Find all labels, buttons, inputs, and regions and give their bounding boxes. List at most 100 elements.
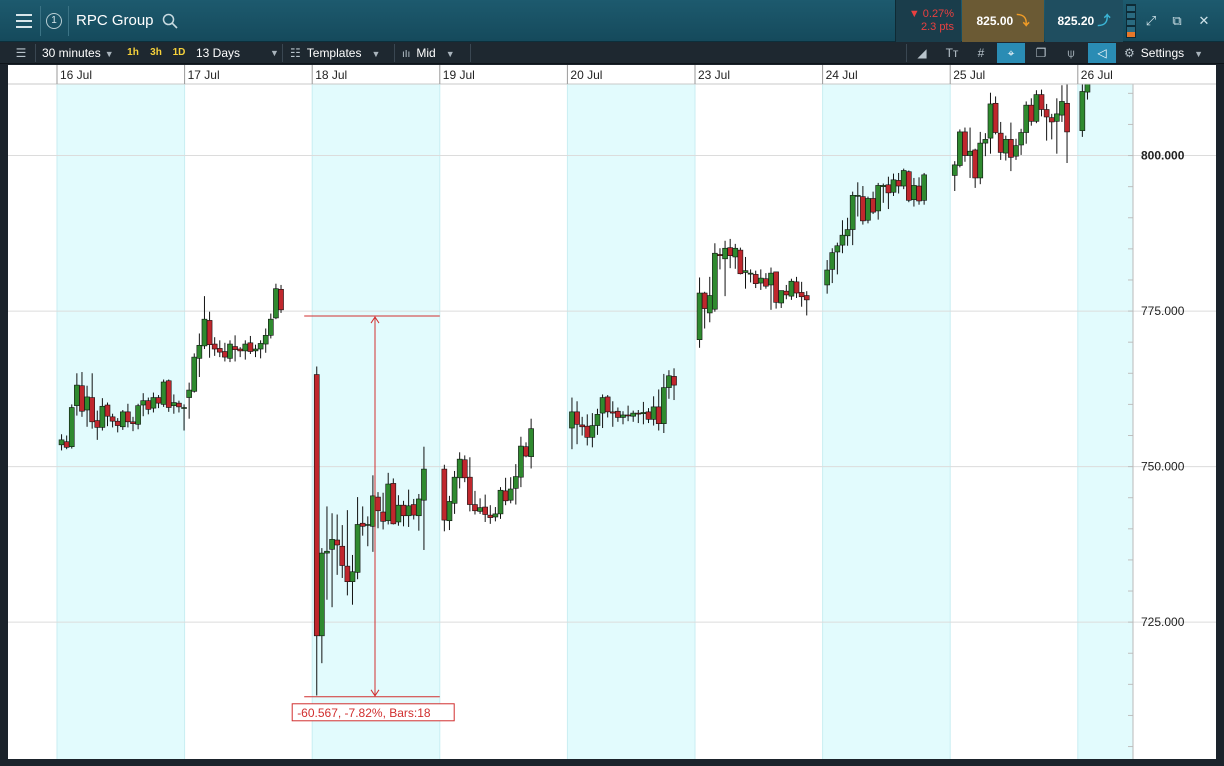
templates-dropdown[interactable]: ☷ Templates ▼ — [290, 44, 380, 62]
interval-dropdown[interactable]: 30 minutes ▼ — [42, 44, 114, 62]
candle-up — [268, 318, 274, 336]
price-change-box: ▼ 0.27% 2.3 pts — [895, 0, 961, 42]
candle-up — [1079, 91, 1086, 131]
candle-up — [257, 343, 264, 350]
candle-up — [834, 245, 841, 253]
candle-up — [186, 389, 192, 398]
divider — [906, 44, 907, 62]
range-3h-button[interactable]: 3h — [146, 45, 166, 61]
candle-up — [1059, 101, 1065, 116]
candle-down — [155, 397, 162, 404]
range-1d-button[interactable]: 1D — [169, 45, 189, 61]
candle-up — [58, 439, 65, 446]
candle-up — [921, 174, 927, 201]
search-icon[interactable] — [162, 13, 178, 29]
info-icon[interactable]: 1 — [46, 13, 62, 29]
candle-down — [895, 180, 902, 187]
indicator-icon[interactable]: ⍦ — [1059, 43, 1083, 63]
candle-up — [513, 476, 519, 489]
layers-icon[interactable]: ❐ — [1029, 43, 1053, 63]
draw-line-icon[interactable]: ◢ — [910, 43, 934, 63]
span-dropdown[interactable]: 13 Days ▼ — [196, 44, 279, 62]
candle-up — [650, 406, 657, 420]
candle-down — [359, 522, 366, 527]
menu-icon[interactable] — [8, 9, 40, 33]
change-percent: ▼ 0.27% — [908, 8, 954, 20]
caret-down-icon: ▼ — [445, 49, 455, 59]
sell-price: 825.00 — [976, 14, 1014, 28]
expand-icon[interactable]: ⤢ — [1141, 11, 1161, 31]
candle-down — [803, 295, 810, 301]
candle-up — [395, 504, 402, 523]
divider — [394, 44, 395, 62]
caret-down-icon: ▼ — [270, 48, 279, 58]
candle-up — [84, 396, 90, 411]
candle-down — [237, 348, 243, 352]
candle-up — [456, 458, 463, 479]
candle-up — [385, 483, 392, 522]
candle-up — [150, 397, 157, 409]
candle-up — [1033, 94, 1040, 122]
candle-down — [584, 425, 591, 438]
settings-dropdown[interactable]: ⚙ Settings ▼ — [1124, 44, 1203, 62]
candle-up — [329, 539, 335, 550]
candle-up — [140, 400, 147, 406]
caret-down-icon: ▼ — [371, 49, 381, 59]
candle-up — [747, 272, 754, 275]
candle-up — [364, 524, 371, 526]
candle-up — [768, 272, 774, 286]
candle-down — [502, 490, 509, 502]
crosshair-icon[interactable]: ⌖ — [997, 43, 1025, 63]
instrument-title[interactable]: RPC Group — [76, 12, 154, 29]
candle-down — [635, 412, 642, 415]
popout-icon[interactable]: ⧉ — [1167, 11, 1187, 31]
candle-down — [625, 414, 631, 417]
candle-up — [865, 198, 871, 221]
candle-up — [349, 571, 356, 582]
close-icon[interactable]: ✕ — [1194, 11, 1214, 31]
candle-down — [467, 476, 473, 505]
candle-down — [165, 380, 172, 408]
candle-up — [201, 318, 208, 347]
candle-down — [701, 292, 708, 309]
date-tick-label: 24 Jul — [826, 68, 858, 82]
arrow-up-icon: ⤴ — [1097, 13, 1111, 28]
candle-down — [523, 446, 529, 457]
candle-up — [451, 476, 458, 504]
divider — [470, 44, 471, 62]
templates-icon: ☷ — [290, 46, 301, 60]
list-icon[interactable]: ☰ — [8, 43, 34, 63]
candle-up — [640, 412, 647, 415]
divider — [68, 6, 69, 36]
candle-up — [951, 164, 958, 176]
candle-down — [604, 396, 611, 413]
candle-up — [824, 269, 830, 286]
candle-down — [232, 346, 238, 350]
candlestick-chart[interactable]: 800.000 775.000 750.000 725.000 -60.567, -7.… — [8, 65, 1216, 759]
candle-down — [375, 496, 381, 512]
candle-down — [410, 504, 417, 516]
day-band — [312, 84, 440, 759]
buy-button[interactable]: 825.20 ⤴ — [1045, 0, 1123, 42]
candle-down — [380, 511, 386, 522]
caret-down-icon: ▼ — [104, 49, 114, 59]
price-type-dropdown[interactable]: ıIı Mid ▼ — [402, 44, 455, 62]
candle-up — [967, 150, 973, 156]
grid-icon[interactable]: # — [969, 43, 993, 63]
candle-up — [273, 288, 279, 319]
candle-down — [114, 420, 121, 426]
candle-up — [880, 185, 887, 187]
interval-label: 30 minutes — [42, 46, 101, 60]
tag-icon[interactable]: ◁ — [1088, 43, 1116, 63]
candle-up — [477, 507, 483, 512]
candle-up — [911, 185, 917, 201]
chart-area[interactable]: 800.000 775.000 750.000 725.000 -60.567, -7.… — [8, 65, 1216, 759]
candle-down — [206, 320, 213, 345]
candle-down — [313, 374, 320, 637]
candle-down — [334, 539, 340, 546]
sell-button[interactable]: 825.00 ⤵ — [962, 0, 1044, 42]
range-1h-button[interactable]: 1h — [124, 45, 142, 61]
price-tick-label: 775.000 — [1141, 304, 1185, 318]
text-tool-icon[interactable]: Tт — [940, 43, 964, 63]
candle-up — [890, 179, 897, 193]
